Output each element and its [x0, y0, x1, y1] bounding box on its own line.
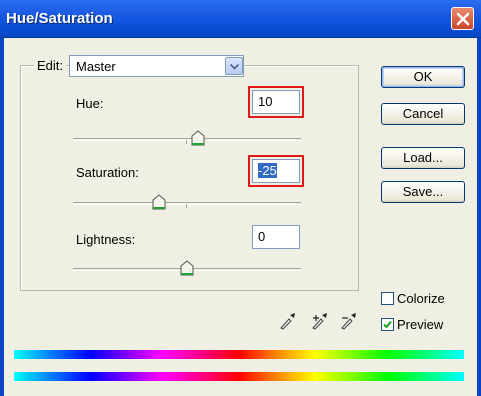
close-button[interactable] — [451, 7, 474, 30]
dropdown-arrow-button[interactable] — [225, 57, 243, 75]
hue-highlight-box — [248, 86, 304, 118]
title-bar[interactable]: Hue/Saturation — [0, 0, 481, 38]
output-hue-spectrum-bar — [14, 372, 464, 381]
ok-button[interactable]: OK — [381, 66, 465, 88]
edit-dropdown[interactable]: Master — [69, 55, 244, 77]
lightness-input[interactable]: 0 — [252, 225, 300, 249]
saturation-center-tick — [186, 204, 187, 208]
hue-slider-track[interactable] — [73, 138, 301, 141]
window-frame-right — [477, 38, 481, 396]
input-hue-spectrum-bar — [14, 350, 464, 359]
saturation-label: Saturation: — [76, 165, 139, 180]
eyedropper-icon[interactable] — [278, 309, 298, 331]
preview-label: Preview — [397, 317, 444, 332]
hue-center-tick — [186, 140, 187, 144]
colorize-checkbox[interactable] — [381, 292, 394, 305]
load-button[interactable]: Load... — [381, 147, 465, 169]
preview-checkbox[interactable] — [381, 318, 394, 331]
colorize-label: Colorize — [397, 291, 445, 306]
eyedropper-minus-icon[interactable] — [339, 309, 359, 331]
saturation-highlight-box — [248, 155, 304, 187]
window-frame-left — [0, 38, 4, 396]
lightness-value: 0 — [258, 229, 266, 244]
checkmark-icon — [383, 320, 392, 329]
window-title: Hue/Saturation — [6, 10, 113, 27]
hue-label: Hue: — [76, 96, 104, 111]
lightness-slider-thumb[interactable] — [180, 260, 194, 276]
edit-dropdown-value: Master — [76, 59, 116, 74]
hue-slider-thumb[interactable] — [191, 130, 205, 146]
edit-label: Edit: — [34, 58, 67, 73]
eyedropper-plus-icon[interactable] — [310, 309, 330, 331]
cancel-button[interactable]: Cancel — [381, 103, 465, 125]
lightness-label: Lightness: — [76, 232, 136, 247]
saturation-slider-thumb[interactable] — [152, 194, 166, 210]
close-icon — [456, 12, 470, 26]
saturation-slider-track[interactable] — [73, 202, 301, 205]
save-button[interactable]: Save... — [381, 181, 465, 203]
chevron-down-icon — [230, 64, 239, 70]
adjustment-group — [20, 65, 359, 291]
